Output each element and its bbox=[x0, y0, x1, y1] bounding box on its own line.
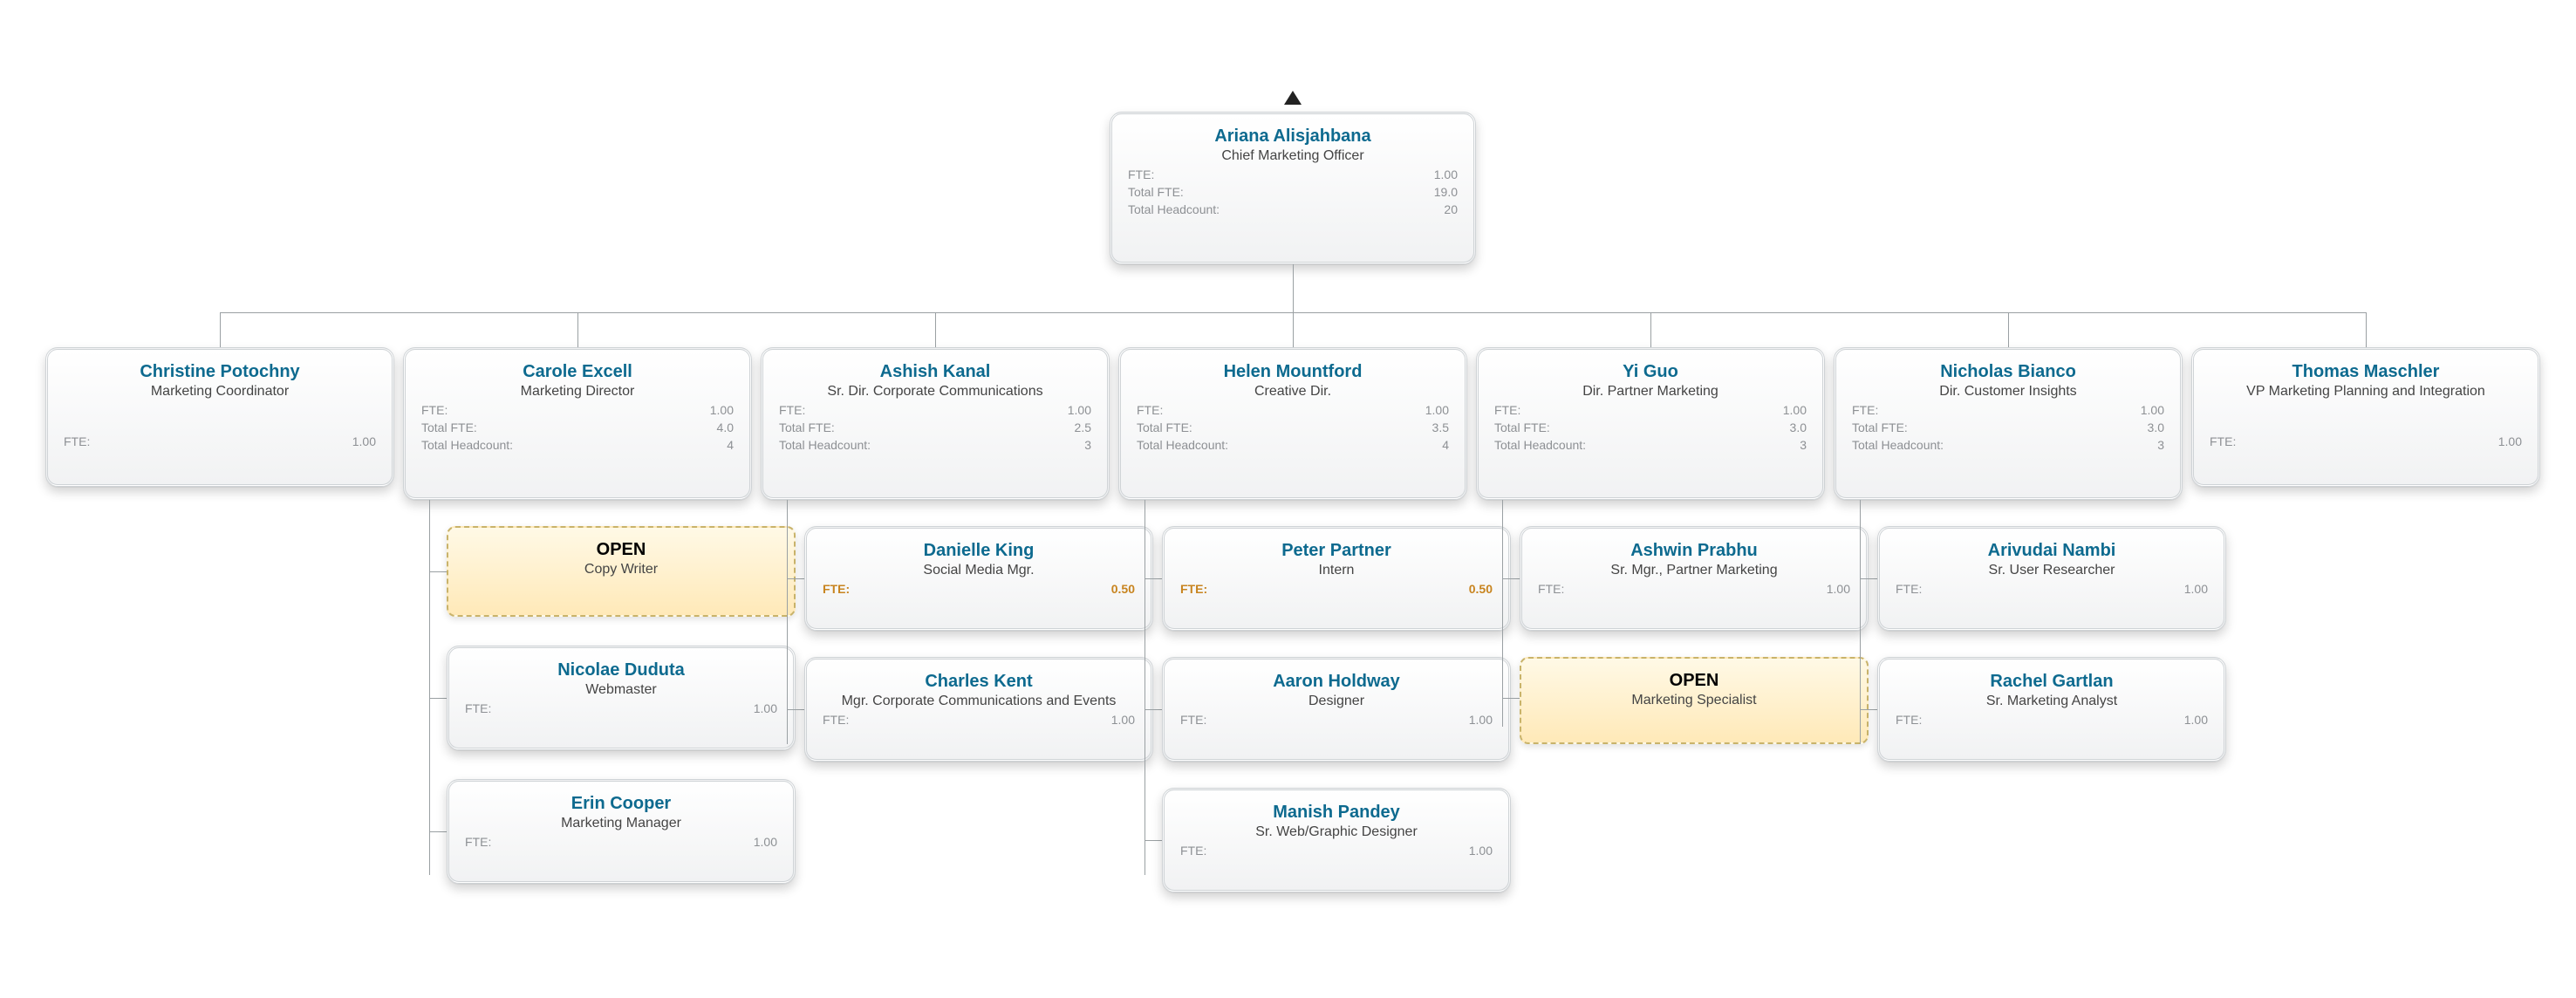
person-name: Peter Partner bbox=[1180, 541, 1493, 561]
connector bbox=[220, 312, 221, 347]
value-total-headcount: 20 bbox=[1444, 202, 1458, 216]
person-title: Mgr. Corporate Communications and Events bbox=[823, 694, 1135, 709]
connector bbox=[577, 312, 578, 347]
person-title: Chief Marketing Officer bbox=[1128, 148, 1458, 164]
person-title: Sr. Mgr., Partner Marketing bbox=[1538, 563, 1850, 578]
org-node[interactable]: Helen Mountford Creative Dir. FTE:1.00 T… bbox=[1118, 347, 1467, 500]
person-name: Ariana Alisjahbana bbox=[1128, 126, 1458, 147]
person-name: Nicholas Bianco bbox=[1852, 362, 2164, 382]
label-fte: FTE: bbox=[1128, 167, 1154, 181]
org-node[interactable]: Manish Pandey Sr. Web/Graphic Designer F… bbox=[1162, 788, 1511, 892]
person-title: Sr. User Researcher bbox=[1896, 563, 2208, 578]
person-name: Yi Guo bbox=[1494, 362, 1807, 382]
org-node[interactable]: Nicholas Bianco Dir. Customer Insights F… bbox=[1834, 347, 2183, 500]
connector bbox=[1860, 500, 1861, 744]
person-name: Carole Excell bbox=[421, 362, 734, 382]
person-name: Danielle King bbox=[823, 541, 1135, 561]
person-title: Designer bbox=[1180, 694, 1493, 709]
label-fte: FTE: bbox=[64, 434, 90, 448]
org-chart-canvas: Ariana Alisjahbana Chief Marketing Offic… bbox=[0, 0, 2576, 998]
org-node-open[interactable]: OPEN Marketing Specialist bbox=[1520, 657, 1869, 744]
connector bbox=[1145, 840, 1162, 841]
person-name: Ashwin Prabhu bbox=[1538, 541, 1850, 561]
label-total-fte: Total FTE: bbox=[1128, 185, 1184, 199]
org-node[interactable]: Peter Partner Intern FTE:0.50 bbox=[1162, 526, 1511, 631]
value-fte: 1.00 bbox=[352, 434, 376, 448]
org-node[interactable]: Ashish Kanal Sr. Dir. Corporate Communic… bbox=[761, 347, 1110, 500]
org-node[interactable]: Yi Guo Dir. Partner Marketing FTE:1.00 T… bbox=[1476, 347, 1825, 500]
person-name: Erin Cooper bbox=[465, 794, 777, 814]
person-name: Manish Pandey bbox=[1180, 803, 1493, 823]
connector bbox=[787, 578, 804, 579]
connector bbox=[1293, 312, 1294, 347]
org-node[interactable]: Carole Excell Marketing Director FTE:1.0… bbox=[403, 347, 752, 500]
person-name: Arivudai Nambi bbox=[1896, 541, 2208, 561]
org-node-root[interactable]: Ariana Alisjahbana Chief Marketing Offic… bbox=[1110, 112, 1476, 264]
person-title: VP Marketing Planning and Integration bbox=[2210, 384, 2522, 400]
connector bbox=[787, 500, 788, 744]
person-title: Marketing Specialist bbox=[1537, 693, 1851, 708]
org-node[interactable]: Nicolae Duduta Webmaster FTE:1.00 bbox=[447, 646, 796, 750]
person-name: Rachel Gartlan bbox=[1896, 672, 2208, 692]
connector bbox=[787, 709, 804, 710]
org-node[interactable]: Charles Kent Mgr. Corporate Communicatio… bbox=[804, 657, 1153, 762]
connector bbox=[1145, 578, 1162, 579]
connector bbox=[429, 571, 447, 572]
connector bbox=[429, 500, 430, 875]
person-title: Marketing Manager bbox=[465, 816, 777, 831]
person-title: Dir. Partner Marketing bbox=[1494, 384, 1807, 400]
connector bbox=[1860, 578, 1877, 579]
open-label: OPEN bbox=[1537, 671, 1851, 691]
person-title: Social Media Mgr. bbox=[823, 563, 1135, 578]
person-name: Charles Kent bbox=[823, 672, 1135, 692]
org-node[interactable]: Danielle King Social Media Mgr. FTE:0.50 bbox=[804, 526, 1153, 631]
connector bbox=[2008, 312, 2009, 347]
connector bbox=[1650, 312, 1651, 347]
person-title: Intern bbox=[1180, 563, 1493, 578]
org-node[interactable]: Erin Cooper Marketing Manager FTE:1.00 bbox=[447, 779, 796, 884]
org-node[interactable]: Arivudai Nambi Sr. User Researcher FTE:1… bbox=[1877, 526, 2226, 631]
connector bbox=[1293, 264, 1294, 312]
connector bbox=[2366, 312, 2367, 347]
person-name: Ashish Kanal bbox=[779, 362, 1091, 382]
value-fte: 1.00 bbox=[1434, 167, 1458, 181]
person-title: Sr. Web/Graphic Designer bbox=[1180, 824, 1493, 840]
person-title: Sr. Dir. Corporate Communications bbox=[779, 384, 1091, 400]
person-name: Aaron Holdway bbox=[1180, 672, 1493, 692]
person-title: Dir. Customer Insights bbox=[1852, 384, 2164, 400]
org-node[interactable]: Thomas Maschler VP Marketing Planning an… bbox=[2191, 347, 2540, 487]
connector bbox=[429, 698, 447, 699]
connector bbox=[1502, 698, 1520, 699]
org-node[interactable]: Ashwin Prabhu Sr. Mgr., Partner Marketin… bbox=[1520, 526, 1869, 631]
connector bbox=[1502, 578, 1520, 579]
person-title: Marketing Director bbox=[421, 384, 734, 400]
person-name: Helen Mountford bbox=[1137, 362, 1449, 382]
connector bbox=[1145, 709, 1162, 710]
value-total-fte: 19.0 bbox=[1434, 185, 1458, 199]
person-title: Webmaster bbox=[465, 682, 777, 698]
connector bbox=[429, 831, 447, 832]
org-node[interactable]: Aaron Holdway Designer FTE:1.00 bbox=[1162, 657, 1511, 762]
label-total-headcount: Total Headcount: bbox=[1128, 202, 1220, 216]
person-title: Marketing Coordinator bbox=[64, 384, 376, 400]
org-node[interactable]: Rachel Gartlan Sr. Marketing Analyst FTE… bbox=[1877, 657, 2226, 762]
connector bbox=[1502, 500, 1503, 727]
person-title: Creative Dir. bbox=[1137, 384, 1449, 400]
org-node[interactable]: Christine Potochny Marketing Coordinator… bbox=[45, 347, 394, 487]
connector bbox=[935, 312, 936, 347]
person-name: Nicolae Duduta bbox=[465, 660, 777, 680]
person-name: Christine Potochny bbox=[64, 362, 376, 382]
person-name: Thomas Maschler bbox=[2210, 362, 2522, 382]
person-title: Copy Writer bbox=[464, 562, 778, 578]
collapse-up-icon[interactable] bbox=[1284, 91, 1302, 105]
org-node-open[interactable]: OPEN Copy Writer bbox=[447, 526, 796, 617]
connector bbox=[1860, 709, 1877, 710]
person-title: Sr. Marketing Analyst bbox=[1896, 694, 2208, 709]
open-label: OPEN bbox=[464, 540, 778, 560]
